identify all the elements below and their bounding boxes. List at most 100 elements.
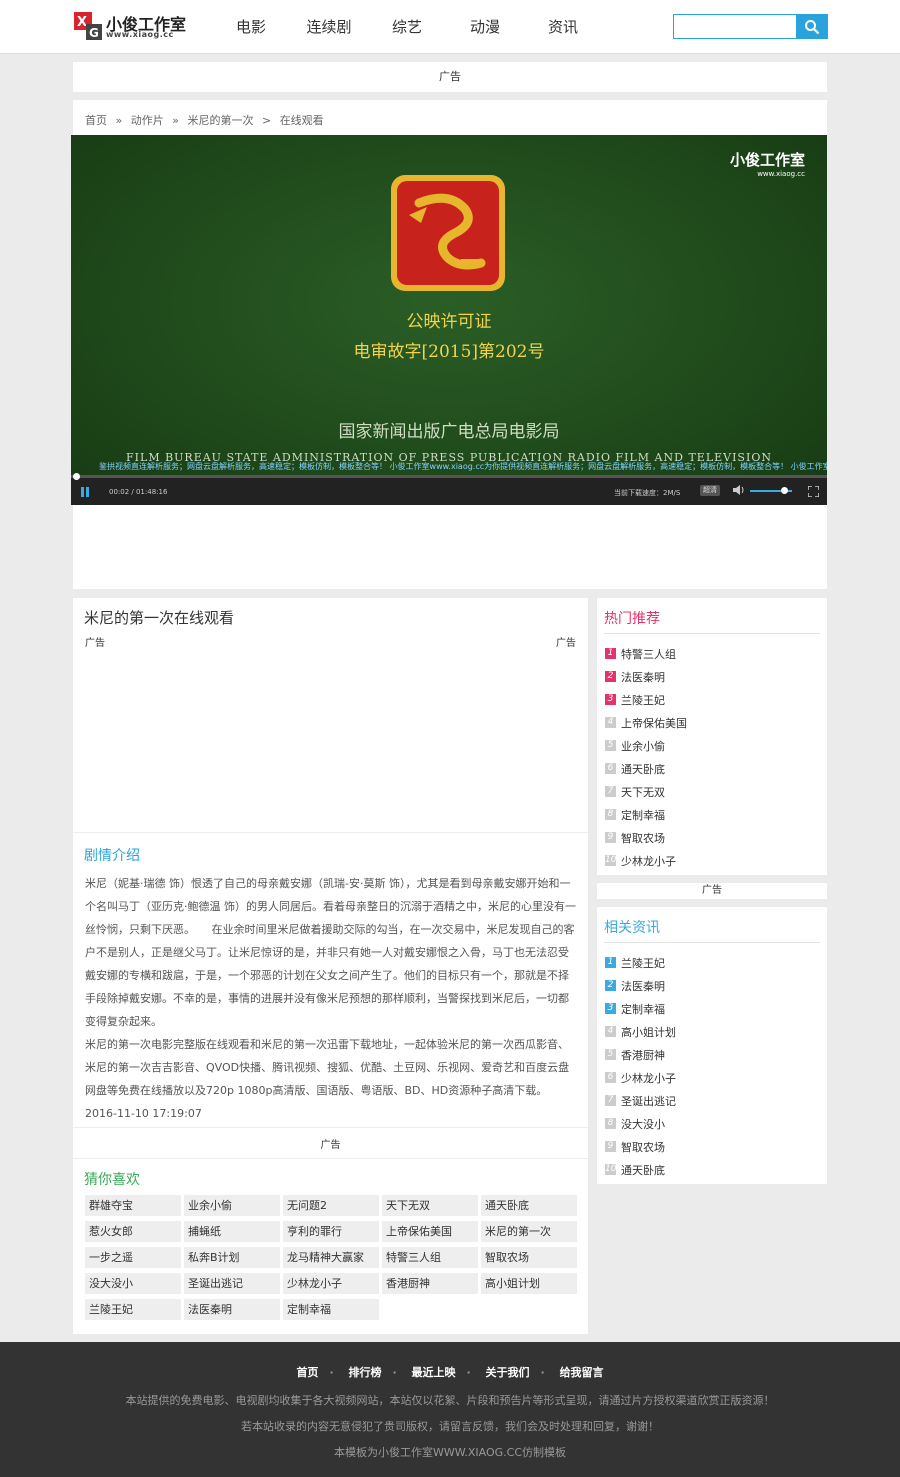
recommend-item[interactable]: 没大没小 (85, 1273, 181, 1294)
sidebar-item[interactable]: 1 特警三人组 (605, 642, 687, 665)
film-bureau-emblem-icon (391, 175, 505, 291)
nav-variety[interactable]: 综艺 (368, 0, 446, 54)
sidebar-item[interactable]: 7 圣诞出逃记 (605, 1089, 676, 1112)
footer-sep: · (466, 1366, 471, 1379)
recommend-item[interactable]: 无问题2 (283, 1195, 379, 1216)
nav-movies[interactable]: 电影 (212, 0, 290, 54)
nav-anime[interactable]: 动漫 (446, 0, 524, 54)
recommend-item[interactable]: 兰陵王妃 (85, 1299, 181, 1320)
recommend-item[interactable]: 高小姐计划 (481, 1273, 577, 1294)
rank-badge: 9 (605, 1141, 616, 1152)
recommend-item[interactable]: 法医秦明 (184, 1299, 280, 1320)
footer-link-message[interactable]: 给我留言 (560, 1366, 604, 1379)
sidebar-item[interactable]: 9 智取农场 (605, 1135, 676, 1158)
recommend-item[interactable]: 米尼的第一次 (481, 1221, 577, 1242)
ad-right[interactable]: 广告 (556, 634, 576, 649)
rank-badge: 10 (605, 855, 617, 866)
watermark-brand: 小俊工作室 (729, 151, 805, 169)
recommend-item[interactable]: 上帝保佑美国 (382, 1221, 478, 1242)
sidebar-item[interactable]: 10 少林龙小子 (605, 849, 687, 872)
sidebar-item-label: 通天卧底 (621, 762, 665, 776)
sidebar-ad[interactable]: 广告 (597, 883, 827, 899)
sidebar-item[interactable]: 9 智取农场 (605, 826, 687, 849)
sidebar-item[interactable]: 8 定制幸福 (605, 803, 687, 826)
sidebar-item[interactable]: 4 高小姐计划 (605, 1020, 676, 1043)
sidebar-item[interactable]: 5 香港厨神 (605, 1043, 676, 1066)
site-logo[interactable]: X G 小俊工作室 www.xiaog.cc (74, 10, 186, 42)
rank-badge: 1 (605, 957, 616, 968)
sidebar-item-label: 上帝保佑美国 (621, 716, 687, 730)
brand-url: www.xiaog.cc (106, 30, 174, 39)
recommend-item[interactable]: 业余小偷 (184, 1195, 280, 1216)
recommend-item[interactable]: 群雄夺宝 (85, 1195, 181, 1216)
recommend-item[interactable]: 定制幸福 (283, 1299, 379, 1320)
volume-handle[interactable] (780, 487, 788, 494)
progress-handle[interactable] (73, 473, 81, 480)
nav-news[interactable]: 资讯 (524, 0, 602, 54)
recommend-item[interactable]: 智取农场 (481, 1247, 577, 1268)
search-button[interactable] (796, 15, 827, 38)
footer-link-ranking[interactable]: 排行榜 (348, 1366, 381, 1379)
recommend-item[interactable]: 惹火女郎 (85, 1221, 181, 1242)
search-input[interactable] (674, 15, 796, 38)
video-player[interactable]: 公映许可证 电审故字[2015]第202号 国家新闻出版广电总局电影局 FILM… (71, 135, 827, 505)
progress-bar[interactable] (71, 473, 827, 480)
recommend-item[interactable]: 特警三人组 (382, 1247, 478, 1268)
volume-icon[interactable] (733, 485, 745, 495)
sidebar-item[interactable]: 10 通天卧底 (605, 1158, 676, 1181)
divider (73, 1127, 588, 1128)
nav-series[interactable]: 连续剧 (290, 0, 368, 54)
recommend-item[interactable]: 香港厨神 (382, 1273, 478, 1294)
rank-badge: 3 (605, 694, 616, 705)
footer-template-credit: 本模板为小俊工作室WWW.XIAOG.CC仿制模板 (333, 1446, 566, 1459)
breadcrumb-home[interactable]: 首页 (85, 114, 107, 127)
recommend-item[interactable]: 少林龙小子 (283, 1273, 379, 1294)
quality-button[interactable]: 超清 (700, 485, 720, 496)
sidebar-item[interactable]: 2 法医秦明 (605, 974, 676, 997)
rank-badge: 1 (605, 648, 616, 659)
sidebar-item[interactable]: 8 没大没小 (605, 1112, 676, 1135)
sidebar-item[interactable]: 4 上帝保佑美国 (605, 711, 687, 734)
pause-icon[interactable] (81, 487, 89, 497)
footer-link-recent[interactable]: 最近上映 (412, 1366, 456, 1379)
top-ad[interactable]: 广告 (73, 62, 827, 92)
divider (604, 633, 820, 634)
sidebar-item[interactable]: 5 业余小偷 (605, 734, 687, 757)
fullscreen-icon[interactable] (808, 486, 819, 497)
footer-disclaimer: 本站提供的免费电影、电视剧均收集于各大视频网站，本站仅以花絮、片段和预告片等形式… (125, 1394, 775, 1407)
recommend-item[interactable]: 私奔B计划 (184, 1247, 280, 1268)
recommend-item[interactable]: 捕蝇纸 (184, 1221, 280, 1242)
rank-badge: 6 (605, 763, 616, 774)
download-speed: 当前下载速度：2M/S (614, 489, 681, 497)
sidebar-item[interactable]: 6 少林龙小子 (605, 1066, 676, 1089)
sidebar-item-label: 圣诞出逃记 (621, 1094, 676, 1108)
footer-link-about[interactable]: 关于我们 (486, 1366, 530, 1379)
recommend-item[interactable]: 一步之遥 (85, 1247, 181, 1268)
rank-badge: 6 (605, 1072, 616, 1083)
breadcrumb-title[interactable]: 米尼的第一次 (187, 114, 253, 127)
breadcrumb-category[interactable]: 动作片 (131, 114, 164, 127)
sidebar-item[interactable]: 1 兰陵王妃 (605, 951, 676, 974)
recommend-item[interactable]: 圣诞出逃记 (184, 1273, 280, 1294)
footer-link-home[interactable]: 首页 (296, 1366, 318, 1379)
recommend-item[interactable]: 通天卧底 (481, 1195, 577, 1216)
sidebar-item[interactable]: 2 法医秦明 (605, 665, 687, 688)
search-box (673, 14, 828, 39)
sidebar-item[interactable]: 3 定制幸福 (605, 997, 676, 1020)
ad-middle[interactable]: 广告 (73, 1136, 588, 1151)
recommend-item[interactable]: 天下无双 (382, 1195, 478, 1216)
volume-slider[interactable] (750, 487, 792, 494)
sidebar-item-label: 法医秦明 (621, 670, 665, 684)
sidebar-item[interactable]: 6 通天卧底 (605, 757, 687, 780)
rank-badge: 7 (605, 1095, 616, 1106)
ad-left[interactable]: 广告 (85, 634, 105, 649)
footer-sep: · (392, 1366, 397, 1379)
sidebar-item[interactable]: 7 天下无双 (605, 780, 687, 803)
divider (73, 832, 588, 833)
recommend-item[interactable]: 亨利的罪行 (283, 1221, 379, 1242)
plot-paragraph-download: 米尼的第一次电影完整版在线观看和米尼的第一次迅雷下载地址，一起体验米尼的第一次西… (85, 1038, 570, 1120)
recommend-item[interactable]: 龙马精神大赢家 (283, 1247, 379, 1268)
sidebar-item[interactable]: 3 兰陵王妃 (605, 688, 687, 711)
divider (73, 1158, 588, 1159)
rank-badge: 2 (605, 671, 616, 682)
